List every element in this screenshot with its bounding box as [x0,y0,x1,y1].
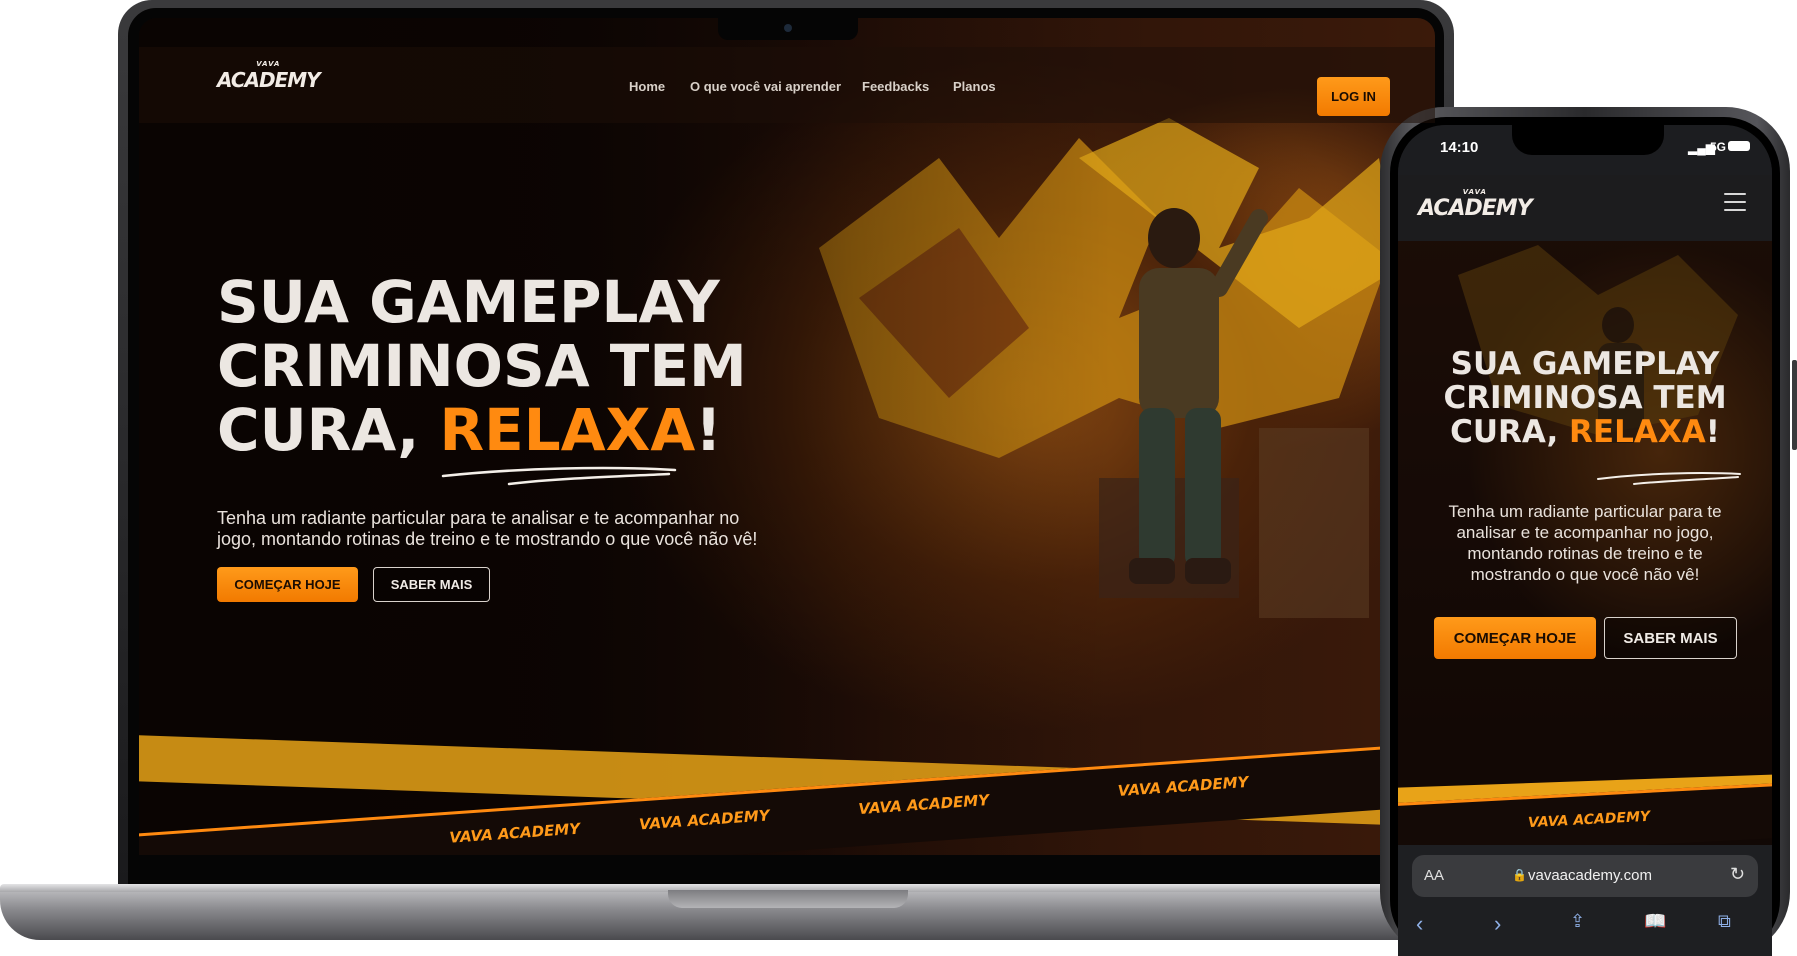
nav-learn-link[interactable]: O que você vai aprender [690,79,841,94]
phone-screen: 14:10 ▂▄▆ 5G VAVA ACADEMY SUA GAMEPLAY C… [1398,125,1772,956]
nav-home-link[interactable]: Home [629,79,665,94]
back-icon[interactable]: ‹ [1416,911,1423,937]
forward-icon[interactable]: › [1494,911,1501,937]
site-navbar: VAVA ACADEMY Home O que você vai aprende… [139,47,1435,123]
dynamic-island [1512,125,1664,155]
site-logo[interactable]: VAVA ACADEMY [217,61,321,93]
hero-subtitle: Tenha um radiante particular para te ana… [217,508,758,549]
hero-title: SUA GAMEPLAY CRIMINOSA TEM CURA, RELAXA! [217,268,747,464]
bookmarks-icon[interactable]: 📖 [1644,911,1666,932]
mobile-site-logo[interactable]: VAVA ACADEMY [1418,189,1533,222]
mobile-learn-more-button[interactable]: SABER MAIS [1604,617,1737,659]
text-size-button[interactable]: AA [1424,867,1444,884]
hamburger-menu-icon[interactable] [1724,193,1746,211]
mobile-title-underline-swoosh [1597,472,1741,485]
phone-side-button [1792,360,1797,450]
mobile-site-header: VAVA ACADEMY [1398,175,1772,241]
title-underline-swoosh [441,466,677,486]
login-button[interactable]: LOG IN [1317,77,1390,116]
mobile-hero-title: SUA GAMEPLAY CRIMINOSA TEM CURA, RELAXA! [1443,346,1727,450]
tabs-icon[interactable]: ⧉ [1718,911,1731,932]
reload-icon[interactable]: ↻ [1730,864,1745,885]
nav-feedbacks-link[interactable]: Feedbacks [862,79,929,94]
laptop-opening-groove [668,890,908,908]
mobile-hero-subtitle: Tenha um radiante particular para te ana… [1448,502,1722,584]
laptop-camera-notch [718,18,858,40]
network-label: 5G [1710,140,1727,154]
status-time: 14:10 [1440,139,1479,156]
start-today-button[interactable]: COMEÇAR HOJE [217,567,358,602]
safari-address-bar[interactable]: AA 🔒 vavaacademy.com ↻ [1412,855,1758,897]
lock-icon: 🔒 [1512,868,1527,882]
share-icon[interactable]: ⇪ [1570,911,1585,932]
mobile-start-today-button[interactable]: COMEÇAR HOJE [1434,617,1596,659]
battery-icon [1728,141,1750,151]
laptop-screen: VAVA ACADEMY Home O que você vai aprende… [139,18,1435,855]
nav-plans-link[interactable]: Planos [953,79,996,94]
learn-more-button[interactable]: SABER MAIS [373,567,490,602]
hero-title-accent: RELAXA [439,396,696,464]
url-text[interactable]: vavaacademy.com [1528,867,1652,884]
mobile-hero-title-accent: RELAXA [1569,414,1706,450]
